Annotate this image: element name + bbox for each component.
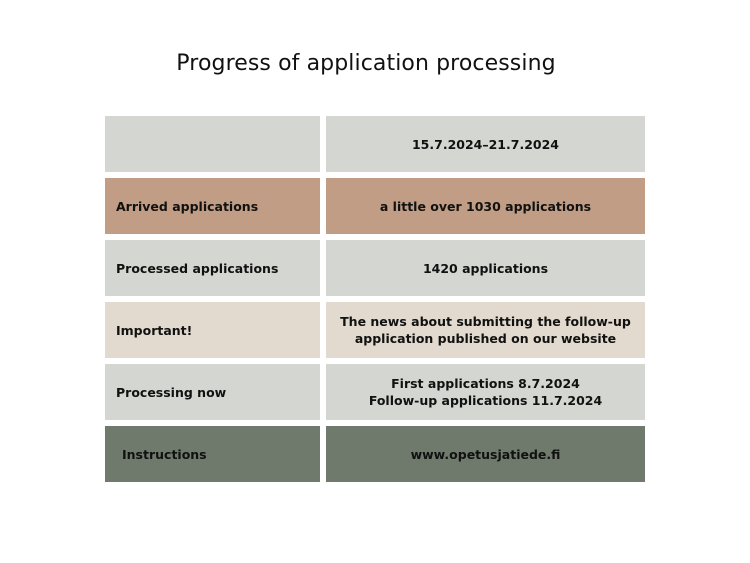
instructions-label: Instructions — [105, 426, 320, 482]
important-value-line-2: application published on our website — [354, 331, 617, 346]
table-row-processed: Processed applications 1420 applications — [105, 240, 645, 296]
table-row-instructions: Instructions www.opetusjatiede.fi — [105, 426, 645, 482]
progress-table: 15.7.2024–21.7.2024 Arrived applications… — [105, 116, 645, 482]
period-cell: 15.7.2024–21.7.2024 — [326, 116, 645, 172]
processing-now-value: First applications 8.7.2024 Follow-up ap… — [326, 364, 645, 420]
table-row-arrived: Arrived applications a little over 1030 … — [105, 178, 645, 234]
important-value: The news about submitting the follow-up … — [326, 302, 645, 358]
instructions-website: www.opetusjatiede.fi — [326, 426, 645, 482]
processing-now-label: Processing now — [105, 364, 320, 420]
header-label-cell — [105, 116, 320, 172]
table-header-row: 15.7.2024–21.7.2024 — [105, 116, 645, 172]
processed-value: 1420 applications — [326, 240, 645, 296]
table-row-important: Important! The news about submitting the… — [105, 302, 645, 358]
processing-first-applications: First applications 8.7.2024 — [391, 376, 580, 391]
table-row-processing-now: Processing now First applications 8.7.20… — [105, 364, 645, 420]
processing-follow-up-applications: Follow-up applications 11.7.2024 — [368, 393, 603, 408]
arrived-label: Arrived applications — [105, 178, 320, 234]
arrived-value: a little over 1030 applications — [326, 178, 645, 234]
processed-label: Processed applications — [105, 240, 320, 296]
important-value-line-1: The news about submitting the follow-up — [340, 314, 631, 329]
page-title: Progress of application processing — [176, 50, 556, 76]
important-label: Important! — [105, 302, 320, 358]
